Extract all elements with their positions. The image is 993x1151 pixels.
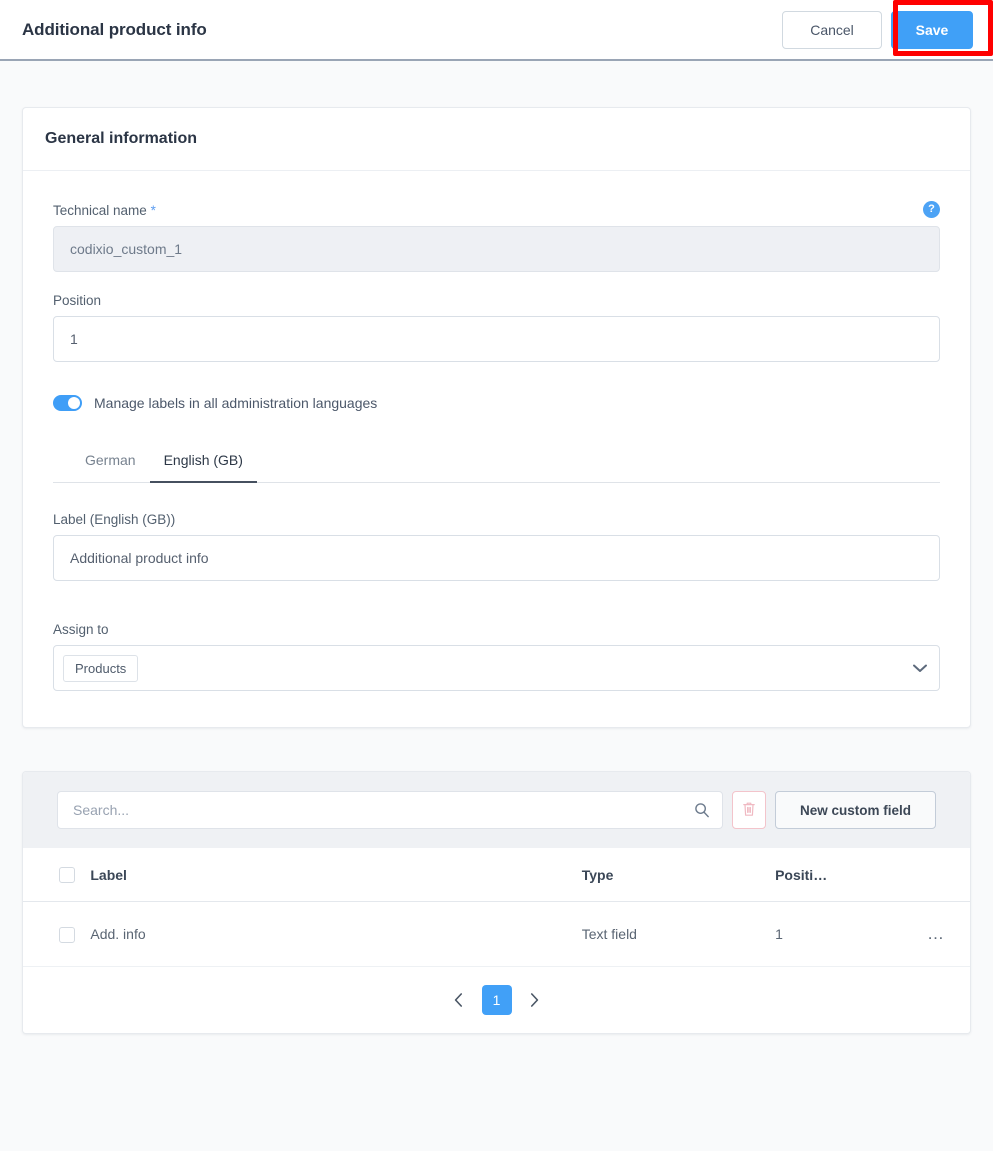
pagination-page-1[interactable]: 1 [481, 984, 512, 1015]
position-label: Position [53, 293, 102, 308]
technical-name-label-text: Technical name [53, 203, 147, 218]
label-field-label: Label (English (GB)) [53, 512, 176, 527]
row-actions-cell: … [902, 901, 970, 967]
manage-labels-switch-row[interactable]: Manage labels in all administration lang… [53, 395, 940, 411]
table-row[interactable]: Add. info Text field 1 … [23, 901, 970, 967]
position-field: Position [53, 293, 940, 362]
label-field: Label (English (GB)) [53, 512, 940, 581]
toggle-knob [68, 397, 80, 409]
page-root: Additional product info Cancel Save Gene… [0, 0, 993, 1151]
row-checkbox[interactable] [59, 926, 75, 943]
save-button-wrapper: Save [891, 10, 973, 49]
language-tabs: German English (GB) [53, 451, 940, 483]
row-label[interactable]: Add. info [90, 901, 582, 967]
content-area: General information Technical name * ? P… [0, 61, 993, 1151]
page-title: Additional product info [22, 19, 207, 39]
column-header-actions [902, 848, 970, 903]
general-information-title: General information [45, 130, 198, 147]
general-information-card-body: Technical name * ? Position Manage [23, 171, 970, 727]
delete-selected-button[interactable] [731, 791, 766, 829]
tab-english-gb[interactable]: English (GB) [149, 452, 257, 483]
chevron-down-icon[interactable] [913, 662, 927, 675]
custom-fields-table: Label Type Positi… Add. info Text field … [23, 848, 970, 967]
assign-to-select[interactable]: Products [53, 645, 940, 691]
row-position: 1 [775, 901, 902, 967]
position-input[interactable] [53, 316, 940, 362]
technical-name-label: Technical name * [53, 203, 940, 218]
save-button[interactable]: Save [891, 10, 973, 49]
column-header-label[interactable]: Label [90, 848, 582, 903]
column-header-type[interactable]: Type [581, 848, 776, 903]
select-all-checkbox[interactable] [59, 867, 75, 884]
required-marker: * [150, 203, 156, 218]
new-custom-field-button[interactable]: New custom field [774, 791, 936, 829]
table-header-row: Label Type Positi… [23, 848, 970, 903]
row-type: Text field [581, 901, 776, 967]
assign-to-field: Assign to Products [53, 622, 940, 691]
tab-german[interactable]: German [71, 452, 150, 483]
technical-name-field: Technical name * ? [53, 201, 940, 272]
search-input[interactable] [57, 791, 723, 829]
table-body: Add. info Text field 1 … [23, 901, 970, 967]
trash-icon [742, 801, 756, 820]
manage-labels-label: Manage labels in all administration lang… [94, 395, 378, 411]
assign-to-chip-products[interactable]: Products [63, 654, 139, 682]
ellipsis-icon[interactable]: … [927, 925, 945, 942]
listing-toolbar: New custom field [23, 772, 970, 848]
smart-bar-actions: Cancel Save [782, 10, 977, 49]
question-mark-icon[interactable]: ? [923, 201, 940, 218]
technical-name-input[interactable] [53, 226, 940, 272]
chevron-left-icon[interactable] [448, 987, 470, 1013]
general-information-card-header: General information [23, 108, 970, 171]
manage-labels-toggle[interactable] [53, 395, 82, 411]
label-field-input[interactable] [53, 535, 940, 581]
select-all-cell [23, 848, 91, 903]
cancel-button[interactable]: Cancel [782, 10, 882, 49]
column-header-position[interactable]: Positi… [775, 848, 902, 903]
pagination: 1 [23, 966, 970, 1033]
chevron-right-icon[interactable] [524, 987, 546, 1013]
row-select-cell [23, 901, 91, 967]
general-information-card: General information Technical name * ? P… [22, 107, 971, 728]
search-wrapper [57, 791, 723, 829]
custom-fields-listing-card: New custom field Label Type Positi… [22, 771, 971, 1034]
smart-bar: Additional product info Cancel Save [0, 0, 993, 61]
assign-to-label: Assign to [53, 622, 109, 637]
table-head: Label Type Positi… [23, 848, 970, 903]
